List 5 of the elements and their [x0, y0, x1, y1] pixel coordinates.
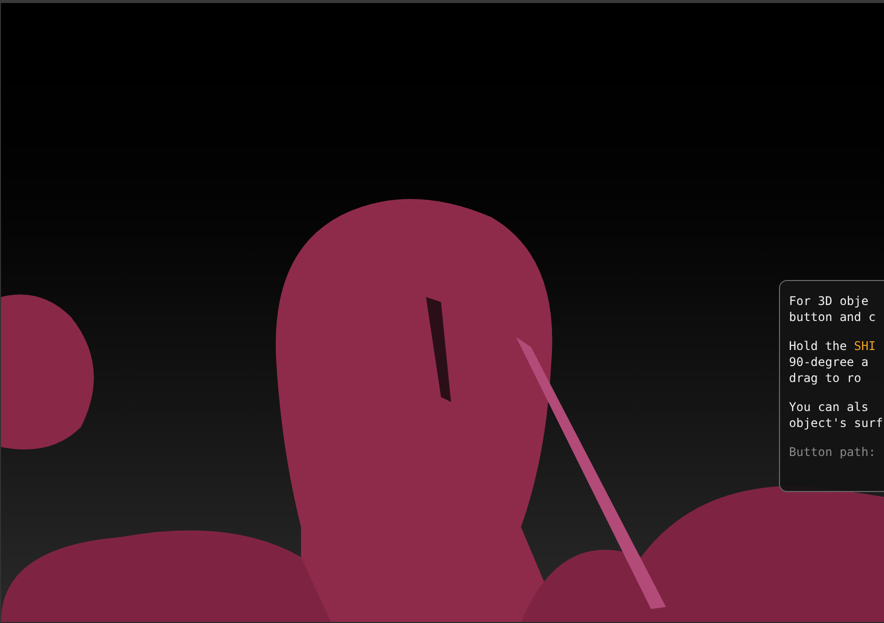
tooltip-text: You can als object's surf — [789, 399, 884, 431]
tooltip-text: Hold the SHI 90-degree a drag to ro — [789, 338, 877, 386]
button-path-text: Button path: — [789, 444, 877, 460]
viewport-canvas[interactable]: For 3D obje button and c Hold the SHI 90-degree a drag to ro You can als object's surf Button path: — [0, 3, 884, 623]
tooltip-text: For 3D obje button and c — [789, 293, 877, 325]
